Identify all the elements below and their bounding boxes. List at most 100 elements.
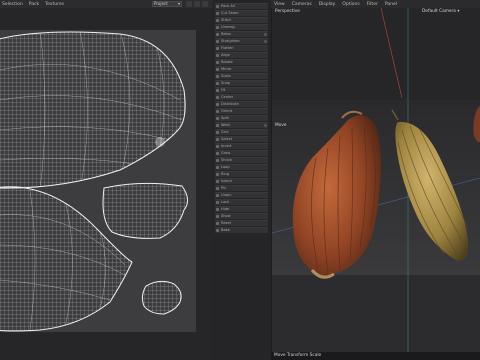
command-label: Align [221,53,231,57]
command-button[interactable]: Grow [215,150,268,156]
command-options-icon[interactable] [264,40,267,43]
command-button[interactable]: Align [215,52,268,58]
menu-textures[interactable]: Textures [45,2,64,7]
command-label: Show [221,214,231,218]
uv-island-large-top[interactable] [0,30,186,190]
close-icon[interactable] [202,1,208,7]
command-icon [216,222,219,225]
command-button[interactable]: Cut Seam [215,10,268,16]
command-button[interactable]: Center [215,94,268,100]
command-label: Split [221,116,229,120]
command-button[interactable]: Weld [215,122,268,128]
grid-icon[interactable] [194,1,200,7]
command-button[interactable]: Unpin [215,192,268,198]
command-label: Reset [221,221,232,225]
menu-pack[interactable]: Pack [29,2,39,7]
command-button[interactable]: Straighten [215,38,268,44]
command-button[interactable]: Fit [215,87,268,93]
viewport-3d[interactable]: Perspective Default Camera ▾ Move [272,8,480,360]
command-button[interactable]: Hide [215,206,268,212]
viewport-scene[interactable] [272,8,480,360]
command-button[interactable]: Scale [215,73,268,79]
command-icon [216,47,219,50]
command-icon [216,54,219,57]
chevron-down-icon: ▾ [177,1,180,6]
command-label: Flatten [221,46,234,50]
command-icon [216,145,219,148]
command-icon [216,187,219,190]
command-label: Distribute [221,102,239,106]
status-text: Move Transform Scale [274,353,322,358]
command-button[interactable]: Pack All [215,3,268,9]
menu-selection[interactable]: Selection [2,2,23,7]
command-icon [216,173,219,176]
settings-icon[interactable] [186,1,192,7]
command-button[interactable]: Split [215,115,268,121]
command-label: Hide [221,207,230,211]
command-icon [216,180,219,183]
command-button[interactable]: Pin [215,185,268,191]
command-button[interactable]: Snap [215,80,268,86]
chevron-down-icon: ▾ [457,9,460,14]
command-button[interactable]: Mirror [215,66,268,72]
command-options-icon[interactable] [264,124,267,127]
command-label: Cut Seam [221,11,239,15]
command-button[interactable]: Lock [215,199,268,205]
command-icon [216,201,219,204]
projection-label[interactable]: Perspective [275,9,300,14]
command-label: Ring [221,172,230,176]
command-button[interactable]: Loop [215,164,268,170]
camera-label[interactable]: Default Camera ▾ [422,9,459,14]
command-label: Fit [221,88,226,92]
command-label: Pack All [221,4,235,8]
command-label: Weld [221,123,230,127]
command-button[interactable]: Invert [215,143,268,149]
command-icon [216,19,219,22]
command-label: Shrink [221,158,233,162]
command-icon [216,103,219,106]
command-label: Straighten [221,39,240,43]
viewport-menu-panel[interactable]: Panel [385,2,397,7]
command-button[interactable]: Orient [215,108,268,114]
viewport-menu-display[interactable]: Display [319,2,336,7]
command-button[interactable]: Bake [215,227,268,233]
command-button[interactable]: Grid [215,129,268,135]
project-select-value: Project [154,1,168,6]
uv-editor-panel: Selection Pack Textures Project ▾ [0,0,212,360]
command-icon [216,40,219,43]
command-label: Snap [221,81,231,85]
command-button[interactable]: Unwrap [215,24,268,30]
command-icon [216,96,219,99]
command-label: Select [221,137,233,141]
command-button[interactable]: Flatten [215,45,268,51]
command-button[interactable]: Relax [215,31,268,37]
command-icon [216,26,219,29]
command-label: Invert [221,144,232,148]
uv-island-medium[interactable] [102,182,188,239]
uv-canvas[interactable] [0,30,196,332]
command-icon [216,131,219,134]
command-button[interactable]: Distribute [215,101,268,107]
uv-canvas-svg[interactable] [0,30,196,332]
viewport-menubar: View Cameras Display Options Filter Pane… [271,0,480,8]
command-button[interactable]: Island [215,178,268,184]
command-button[interactable]: Stitch [215,17,268,23]
viewport-menu-view[interactable]: View [274,2,285,7]
command-button[interactable]: Reset [215,220,268,226]
command-button[interactable]: Shrink [215,157,268,163]
command-icon [216,61,219,64]
command-button[interactable]: Ring [215,171,268,177]
command-button[interactable]: Rotate [215,59,268,65]
viewport-menu-options[interactable]: Options [342,2,359,7]
command-icon [216,89,219,92]
command-button[interactable]: Select [215,136,268,142]
command-icon [216,117,219,120]
uv-island-small[interactable] [141,280,182,315]
viewport-menu-filter[interactable]: Filter [367,2,378,7]
viewport-menu-cameras[interactable]: Cameras [292,2,312,7]
viewport-panel: View Cameras Display Options Filter Pane… [271,0,480,360]
command-options-icon[interactable] [264,33,267,36]
command-button[interactable]: Show [215,213,268,219]
project-select[interactable]: Project ▾ [152,1,182,7]
command-label: Pin [221,186,227,190]
